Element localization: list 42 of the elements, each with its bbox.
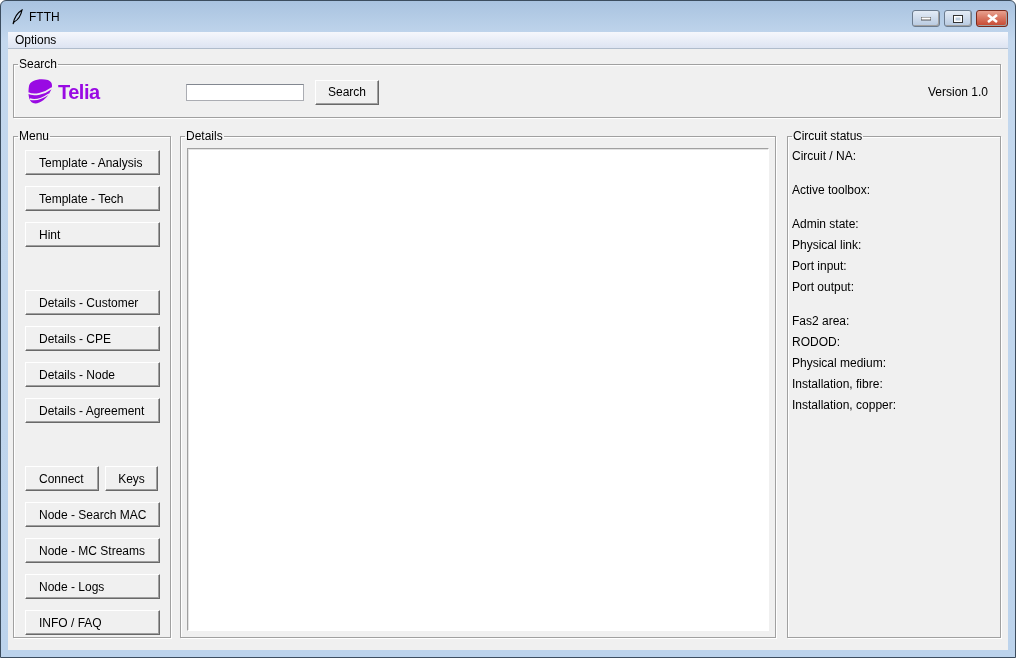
status-label: Active toolbox:: [792, 182, 872, 199]
menu-button[interactable]: Connect: [25, 466, 99, 491]
menu-button[interactable]: INFO / FAQ: [25, 610, 161, 635]
group-title: Details: [185, 130, 224, 143]
status-label: Admin state:: [792, 216, 860, 233]
status-label: Circuit / NA:: [792, 148, 857, 165]
maximize-button[interactable]: [944, 10, 972, 27]
status-label: Port input:: [792, 258, 848, 275]
minimize-icon: [921, 16, 931, 21]
menu-button[interactable]: Details - Agreement: [25, 398, 161, 423]
status-label: Fas2 area:: [792, 313, 851, 330]
logo-icon: [26, 78, 54, 106]
menu-button[interactable]: Node - Search MAC: [25, 502, 161, 527]
status-label: Installation, copper:: [792, 397, 898, 414]
group-title: Circuit status: [792, 130, 864, 143]
status-label: Installation, fibre:: [792, 376, 884, 393]
window-title: FTTH: [29, 9, 60, 24]
menu-button[interactable]: Template - Tech: [25, 186, 161, 211]
menu-button[interactable]: Keys: [105, 466, 158, 491]
search-button[interactable]: Search: [315, 79, 379, 105]
close-icon: [986, 14, 998, 23]
menu-button[interactable]: Hint: [25, 222, 161, 247]
group-title: Menu: [18, 130, 51, 143]
search-field[interactable]: [186, 83, 304, 101]
feather-icon: [11, 8, 23, 25]
menu-item[interactable]: Options: [8, 32, 64, 48]
status-label: Port output:: [792, 279, 856, 296]
menu-button[interactable]: Details - CPE: [25, 326, 161, 351]
version-label: Version 1.0: [927, 85, 988, 99]
status-label: Physical medium:: [792, 355, 888, 372]
group-title: Search: [18, 58, 59, 71]
status-label: Physical link:: [792, 237, 863, 254]
status-label: RODOD:: [792, 334, 841, 351]
close-button[interactable]: [976, 10, 1008, 27]
restore-icon: [953, 14, 963, 23]
menu-button[interactable]: Details - Node: [25, 362, 161, 387]
logo-text: Telia: [58, 80, 100, 104]
menu-button[interactable]: Details - Customer: [25, 290, 161, 315]
menu-button[interactable]: Node - Logs: [25, 574, 161, 599]
minimize-button[interactable]: [912, 10, 940, 27]
menu-button[interactable]: Template - Analysis: [25, 150, 161, 175]
menu-button[interactable]: Node - MC Streams: [25, 538, 161, 563]
